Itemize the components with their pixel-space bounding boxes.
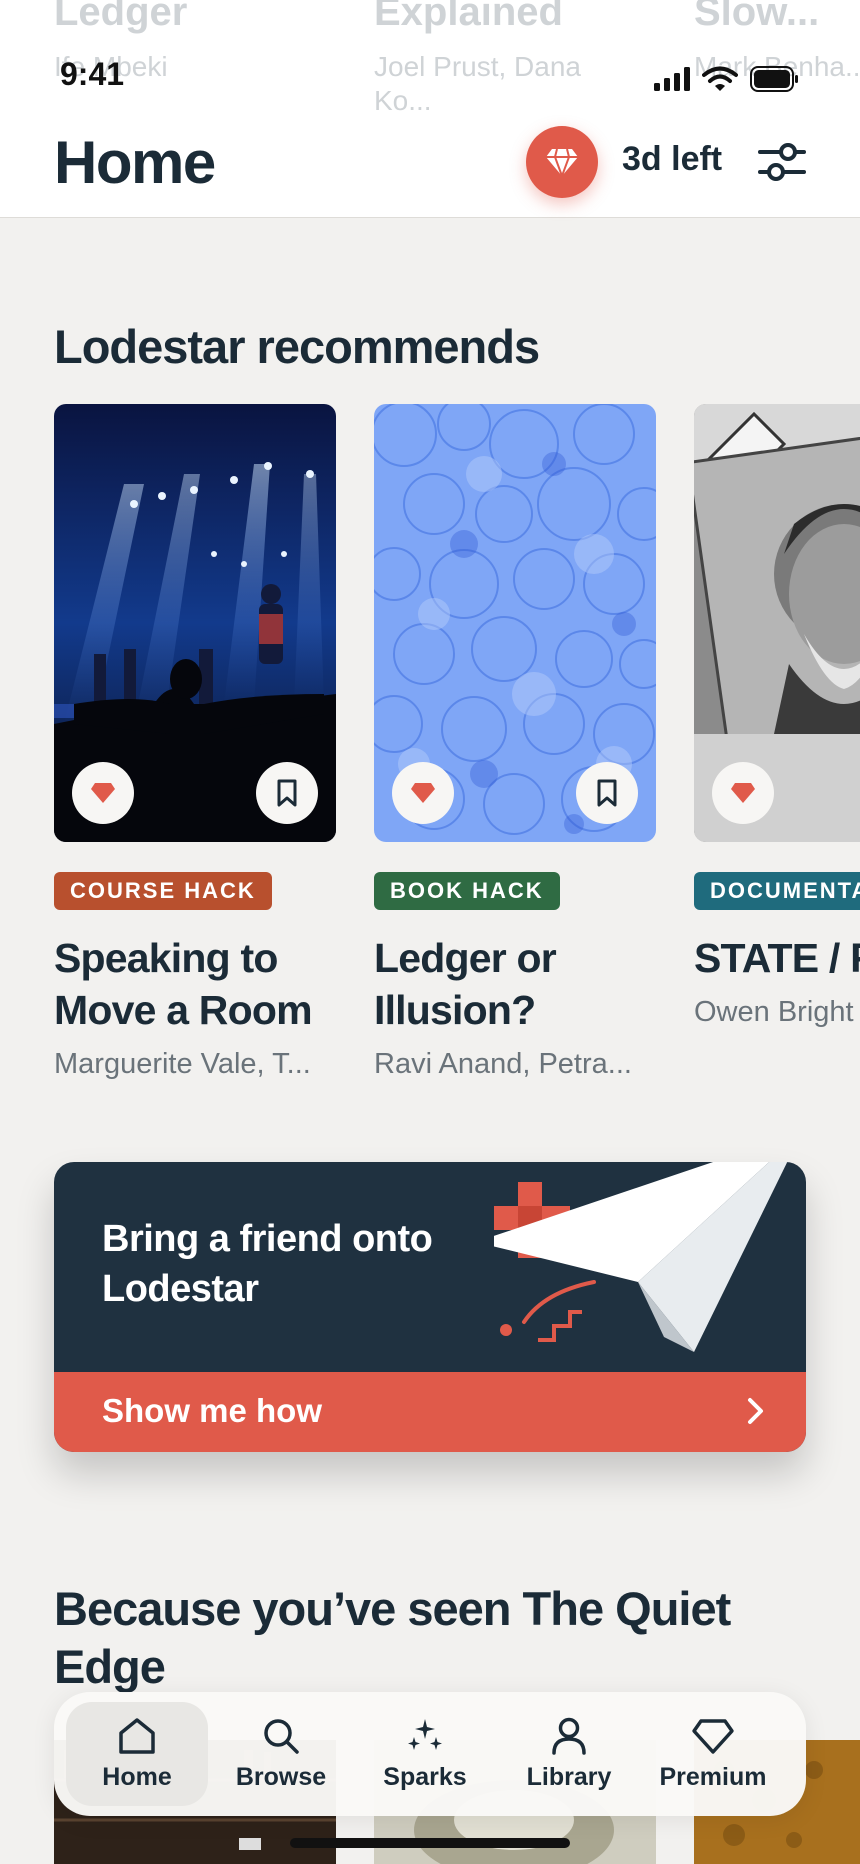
card-cover-image[interactable] — [694, 404, 860, 842]
card-title-line: Illusion? — [374, 987, 536, 1033]
tab-library[interactable]: Library — [498, 1702, 640, 1806]
section-title-because: Because you’ve seen The Quiet Edge — [54, 1582, 731, 1693]
wifi-icon — [702, 66, 738, 91]
status-bar: 9:41 — [0, 56, 860, 96]
page-title: Home — [54, 129, 216, 196]
gem-icon — [91, 783, 115, 803]
card-title-line: Ledger or — [374, 935, 557, 981]
section-title-recommends: Lodestar recommends — [54, 320, 540, 373]
card-title: Speaking to Move a Room — [54, 932, 336, 1036]
favorite-button[interactable] — [712, 762, 774, 824]
referral-banner[interactable]: Bring a friend onto Lodestar Show me how — [54, 1162, 806, 1452]
search-icon — [264, 1718, 299, 1754]
bookmark-icon — [597, 779, 617, 807]
status-icons — [654, 66, 800, 92]
ghost-title: Slow... — [694, 0, 820, 34]
gem-icon — [411, 783, 435, 803]
home-icon — [119, 1717, 155, 1754]
signal-icon — [654, 67, 690, 91]
tab-premium[interactable]: Premium — [642, 1702, 784, 1806]
filter-button[interactable] — [756, 138, 808, 186]
favorite-button[interactable] — [72, 762, 134, 824]
tab-label: Browse — [235, 1762, 327, 1791]
battery-icon — [750, 66, 798, 92]
person-icon — [552, 1717, 586, 1755]
show-me-how-label: Show me how — [102, 1392, 323, 1429]
show-me-how-button[interactable]: Show me how — [54, 1372, 806, 1452]
trial-days-left[interactable]: 3d left — [622, 140, 722, 179]
bookmark-button[interactable] — [576, 762, 638, 824]
card-authors: Marguerite Vale, T... — [54, 1048, 311, 1080]
tab-label: Sparks — [383, 1762, 467, 1791]
recommends-carousel[interactable]: COURSE HACK Speaking to Move a Room Marg… — [54, 404, 860, 1104]
bookmark-button[interactable] — [256, 762, 318, 824]
card-title-line: STATE / F — [694, 935, 860, 981]
bookmark-icon — [277, 779, 297, 807]
sliders-icon — [758, 143, 806, 181]
card-cover-image[interactable] — [54, 404, 336, 842]
tab-browse[interactable]: Browse — [210, 1702, 352, 1806]
gem-icon — [546, 148, 578, 177]
card-title-line: Move a Room — [54, 987, 313, 1033]
home-indicator — [290, 1838, 570, 1848]
tab-label: Library — [526, 1762, 612, 1791]
ghost-title: Explained — [374, 0, 563, 34]
tab-home[interactable]: Home — [66, 1702, 208, 1806]
favorite-button[interactable] — [392, 762, 454, 824]
card-tag: BOOK HACK — [374, 872, 560, 910]
referral-message: Bring a friend onto Lodestar — [102, 1218, 433, 1310]
bottom-tab-bar: Home Browse Sparks Library Premium — [54, 1692, 806, 1816]
card-title: Ledger or Illusion? — [374, 932, 656, 1036]
paper-plane-illustration — [494, 1162, 788, 1352]
content-card[interactable]: COURSE HACK Speaking to Move a Room Marg… — [54, 404, 336, 1081]
tab-sparks[interactable]: Sparks — [354, 1702, 496, 1806]
card-authors: Owen Bright — [694, 996, 854, 1028]
diamond-icon — [692, 1718, 734, 1754]
content-card[interactable]: DOCUMENTA STATE / F Owen Bright — [694, 404, 860, 1029]
tab-label: Premium — [659, 1762, 767, 1791]
ghost-title: Ledger — [54, 0, 188, 34]
status-time: 9:41 — [60, 56, 125, 92]
content-card[interactable]: BOOK HACK Ledger or Illusion? Ravi Anand… — [374, 404, 656, 1081]
chevron-right-icon — [748, 1398, 763, 1424]
card-tag: DOCUMENTA — [694, 872, 860, 910]
card-tag: COURSE HACK — [54, 872, 272, 910]
card-authors: Ravi Anand, Petra... — [374, 1048, 632, 1080]
sparkles-icon — [408, 1718, 442, 1750]
card-title-line: Speaking to — [54, 935, 278, 981]
gem-icon — [731, 783, 755, 803]
tab-label: Home — [102, 1762, 172, 1791]
premium-trial-button[interactable] — [526, 126, 598, 198]
app-header: Home 3d left — [0, 120, 860, 218]
card-cover-image[interactable] — [374, 404, 656, 842]
card-title: STATE / F — [694, 932, 860, 984]
